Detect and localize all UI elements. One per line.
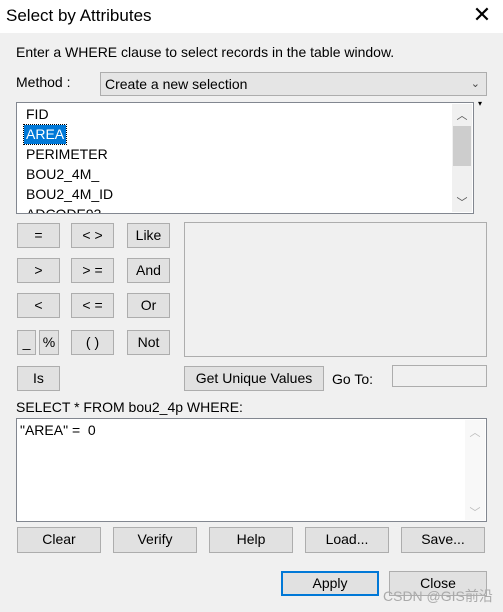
help-button[interactable]: Help	[209, 527, 293, 553]
underscore-button[interactable]: _	[17, 330, 36, 355]
and-button[interactable]: And	[127, 258, 170, 283]
less-equal-button[interactable]: < =	[71, 293, 114, 318]
greater-button[interactable]: >	[17, 258, 60, 283]
window-title: Select by Attributes	[6, 6, 152, 25]
clear-button[interactable]: Clear	[17, 527, 101, 553]
chevron-down-icon: ⌄	[470, 78, 480, 90]
list-item[interactable]: FID	[24, 105, 51, 124]
scrollbar[interactable]: ︿ ﹀	[465, 420, 485, 520]
scroll-up-icon[interactable]: ︿	[452, 107, 472, 123]
parentheses-button[interactable]: ( )	[71, 330, 114, 355]
get-unique-values-button[interactable]: Get Unique Values	[184, 366, 324, 391]
like-button[interactable]: Like	[127, 223, 170, 248]
expression-text: "AREA" = 0	[20, 422, 96, 438]
method-dropdown[interactable]: Create a new selection ⌄	[100, 72, 487, 96]
close-icon[interactable]: ✕	[470, 2, 494, 28]
not-button[interactable]: Not	[127, 330, 170, 355]
apply-button[interactable]: Apply	[281, 571, 379, 596]
scroll-thumb[interactable]	[453, 126, 471, 166]
method-label: Method :	[16, 74, 71, 90]
or-button[interactable]: Or	[127, 293, 170, 318]
load-button[interactable]: Load...	[305, 527, 389, 553]
expression-textarea[interactable]: "AREA" = 0 ︿ ﹀	[16, 418, 487, 522]
instruction-text: Enter a WHERE clause to select records i…	[16, 44, 395, 60]
title-bar: Select by Attributes ✕	[0, 0, 503, 33]
scrollbar[interactable]: ︿ ﹀	[452, 104, 472, 212]
query-prefix-label: SELECT * FROM bou2_4p WHERE:	[16, 399, 243, 415]
equals-button[interactable]: =	[17, 223, 60, 248]
goto-label: Go To:	[332, 371, 373, 387]
unique-values-list[interactable]	[184, 222, 487, 357]
watermark: CSDN @GIS前沿	[383, 588, 493, 604]
scroll-down-icon[interactable]: ﹀	[452, 194, 472, 210]
list-item-selected[interactable]: AREA	[22, 124, 68, 145]
verify-button[interactable]: Verify	[113, 527, 197, 553]
field-list[interactable]: FID AREA PERIMETER BOU2_4M_ BOU2_4M_ID A…	[16, 102, 474, 214]
greater-equal-button[interactable]: > =	[71, 258, 114, 283]
list-item[interactable]: ADCODE93	[24, 205, 103, 213]
not-equal-button[interactable]: < >	[71, 223, 114, 248]
list-item[interactable]: PERIMETER	[24, 145, 110, 164]
scroll-up-icon[interactable]: ︿	[465, 424, 485, 440]
is-button[interactable]: Is	[17, 366, 60, 391]
goto-input[interactable]	[392, 365, 487, 387]
save-button[interactable]: Save...	[401, 527, 485, 553]
list-item[interactable]: BOU2_4M_ID	[24, 185, 115, 204]
list-item[interactable]: BOU2_4M_	[24, 165, 101, 184]
percent-button[interactable]: %	[39, 330, 59, 355]
scroll-down-icon[interactable]: ﹀	[465, 504, 485, 520]
list-menu-icon[interactable]: ▾	[478, 99, 482, 108]
less-button[interactable]: <	[17, 293, 60, 318]
method-value: Create a new selection	[105, 76, 248, 92]
